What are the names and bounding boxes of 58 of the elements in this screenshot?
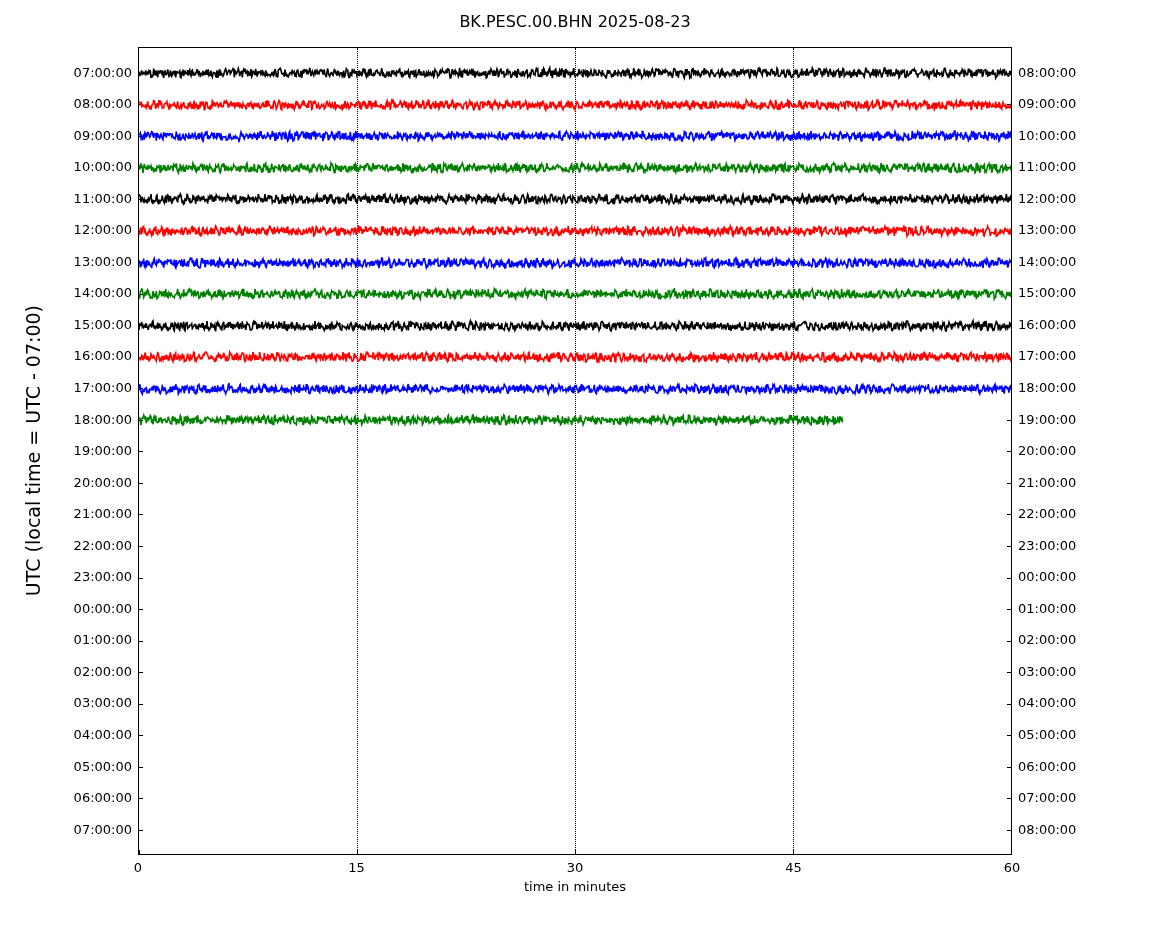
y-tick-label: 12:00:00 [73,221,132,240]
y-tick-label: 09:00:00 [1018,95,1077,114]
y-tick-label: 10:00:00 [73,158,132,177]
y-tick-label: 15:00:00 [73,315,132,334]
y-tick-label: 03:00:00 [1018,662,1077,681]
y-tick-label: 01:00:00 [73,631,132,650]
y-tick-label: 11:00:00 [1018,158,1077,177]
y-tick-label: 16:00:00 [1018,315,1077,334]
y-tick-label: 12:00:00 [1018,189,1077,208]
y-tick-label: 00:00:00 [1018,568,1077,587]
y-tick-label: 17:00:00 [73,379,132,397]
y-tick-label: 00:00:00 [73,599,132,618]
y-tick-label: 04:00:00 [73,726,132,744]
y-tick-label: 08:00:00 [1018,820,1077,839]
y-tick-label: 08:00:00 [73,95,132,114]
y-tick-label: 14:00:00 [1018,252,1077,271]
chart-title: BK.PESC.00.BHN 2025-08-23 [459,11,691,33]
y-tick-label: 23:00:00 [73,568,132,587]
y-tick-label: 09:00:00 [73,126,132,145]
x-tick-label: 60 [1003,859,1021,877]
y-axis-label: UTC (local time = UTC - 07:00) [20,305,45,597]
x-tick-label: 0 [133,859,143,877]
y-tick-label: 17:00:00 [1018,347,1077,366]
y-tick-label: 02:00:00 [1018,631,1077,650]
y-tick-label: 10:00:00 [1018,126,1077,145]
y-tick-label: 05:00:00 [73,757,132,776]
y-tick-label: 21:00:00 [1018,473,1077,492]
y-tick-label: 06:00:00 [1018,757,1077,776]
y-tick-label: 22:00:00 [73,536,132,555]
y-tick-label: 23:00:00 [1018,536,1077,555]
y-tick-label: 14:00:00 [73,284,132,303]
y-tick-label: 18:00:00 [1018,379,1077,397]
y-tick-label: 04:00:00 [1018,694,1077,713]
y-tick-label: 03:00:00 [73,694,132,713]
x-tick-label: 30 [566,859,584,877]
y-tick-label: 01:00:00 [1018,599,1077,618]
x-tick-label: 15 [348,859,365,877]
y-tick-label: 18:00:00 [73,410,132,429]
y-tick-label: 08:00:00 [1018,63,1077,82]
y-tick-label: 19:00:00 [73,442,132,461]
y-tick-label: 07:00:00 [73,820,132,839]
y-tick-label: 13:00:00 [73,252,132,271]
y-tick-label: 02:00:00 [73,662,132,681]
y-tick-label: 19:00:00 [1018,410,1077,429]
y-tick-label: 16:00:00 [73,347,132,366]
y-tick-label: 15:00:00 [1018,284,1077,303]
y-tick-label: 11:00:00 [73,189,132,208]
x-tick-label: 45 [785,859,802,877]
y-tick-label: 20:00:00 [1018,442,1077,461]
y-tick-label: 07:00:00 [1018,789,1077,808]
y-tick-label: 05:00:00 [1018,726,1077,744]
y-tick-label: 22:00:00 [1018,505,1077,524]
y-tick-label: 07:00:00 [73,63,132,82]
y-tick-label: 06:00:00 [73,789,132,808]
x-axis-label: time in minutes [523,878,627,896]
y-tick-label: 20:00:00 [73,473,132,492]
y-tick-label: 21:00:00 [73,505,132,524]
y-tick-label: 13:00:00 [1018,221,1077,240]
